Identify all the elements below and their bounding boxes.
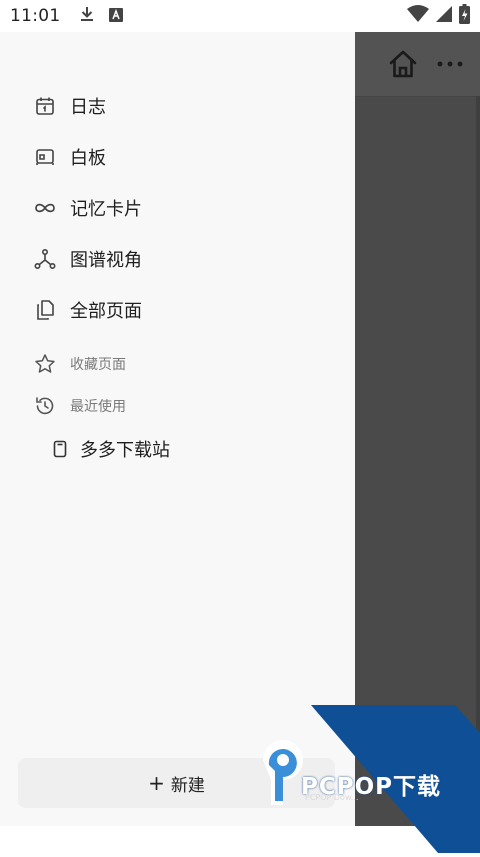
app-header bbox=[355, 32, 480, 97]
scrollbar bbox=[476, 96, 480, 853]
nav-item-label: 日志 bbox=[70, 97, 106, 118]
nav-item-label: 全部页面 bbox=[70, 301, 142, 322]
status-time: 11:01 bbox=[10, 6, 61, 26]
status-bar: 11:01 bbox=[0, 0, 480, 32]
nav-item-graph-view[interactable]: 图谱视角 bbox=[34, 243, 142, 275]
app-behind-scrim[interactable] bbox=[355, 32, 480, 853]
home-icon[interactable] bbox=[387, 48, 419, 80]
signal-icon bbox=[435, 5, 453, 27]
a-badge-icon bbox=[108, 7, 123, 26]
download-icon bbox=[79, 6, 95, 26]
recent-page-label: 多多下载站 bbox=[80, 440, 170, 461]
nav-item-label: 记忆卡片 bbox=[70, 199, 142, 220]
whiteboard-icon bbox=[34, 146, 56, 168]
nav-item-journal[interactable]: 日志 bbox=[34, 90, 106, 122]
nav-item-flashcards[interactable]: 记忆卡片 bbox=[34, 192, 142, 224]
more-icon[interactable] bbox=[435, 52, 467, 76]
nav-item-all-pages[interactable]: 全部页面 bbox=[34, 294, 142, 326]
recent-page-item[interactable]: 多多下载站 bbox=[52, 433, 170, 465]
star-icon bbox=[34, 353, 56, 375]
nav-item-whiteboard[interactable]: 白板 bbox=[34, 141, 106, 173]
navigation-drawer: 日志 白板 记忆卡片 图谱视角 全部页面 收藏页面 最近使用 多多下载站 + 新… bbox=[0, 32, 355, 826]
nav-item-label: 白板 bbox=[70, 148, 106, 169]
nav-item-label: 图谱视角 bbox=[70, 250, 142, 271]
page-icon bbox=[52, 438, 68, 460]
section-label: 收藏页面 bbox=[70, 357, 126, 373]
pages-icon bbox=[34, 299, 56, 321]
new-page-button[interactable]: + 新建 bbox=[18, 758, 335, 808]
infinity-icon bbox=[34, 197, 56, 219]
section-recent[interactable]: 最近使用 bbox=[34, 390, 126, 422]
section-label: 最近使用 bbox=[70, 399, 126, 415]
graph-icon bbox=[34, 248, 56, 270]
wifi-icon bbox=[407, 5, 429, 27]
history-icon bbox=[34, 395, 56, 417]
section-favorites[interactable]: 收藏页面 bbox=[34, 348, 126, 380]
new-page-label: 新建 bbox=[170, 775, 205, 796]
bottom-strip bbox=[0, 826, 480, 853]
plus-icon: + bbox=[148, 771, 165, 795]
calendar-icon bbox=[34, 95, 56, 117]
battery-icon bbox=[459, 4, 470, 28]
